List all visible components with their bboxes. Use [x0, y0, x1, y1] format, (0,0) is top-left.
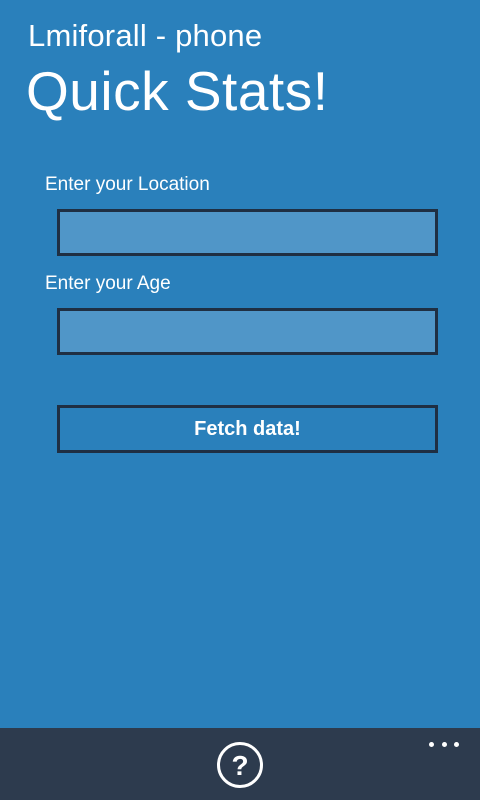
help-button[interactable]: ? [217, 742, 263, 788]
app-bar: ? [0, 728, 480, 800]
more-options-button[interactable] [426, 736, 462, 752]
fetch-data-button[interactable]: Fetch data! [57, 405, 438, 453]
location-label: Enter your Location [45, 174, 210, 195]
age-label: Enter your Age [45, 273, 171, 294]
age-input[interactable] [57, 308, 438, 355]
ellipsis-icon [454, 741, 459, 747]
question-circle-icon: ? [231, 749, 249, 781]
ellipsis-icon [441, 741, 447, 747]
ellipsis-icon [429, 741, 434, 747]
location-input[interactable] [57, 209, 438, 256]
app-title: Lmiforall - phone [28, 18, 263, 53]
page-title: Quick Stats! [26, 60, 329, 122]
